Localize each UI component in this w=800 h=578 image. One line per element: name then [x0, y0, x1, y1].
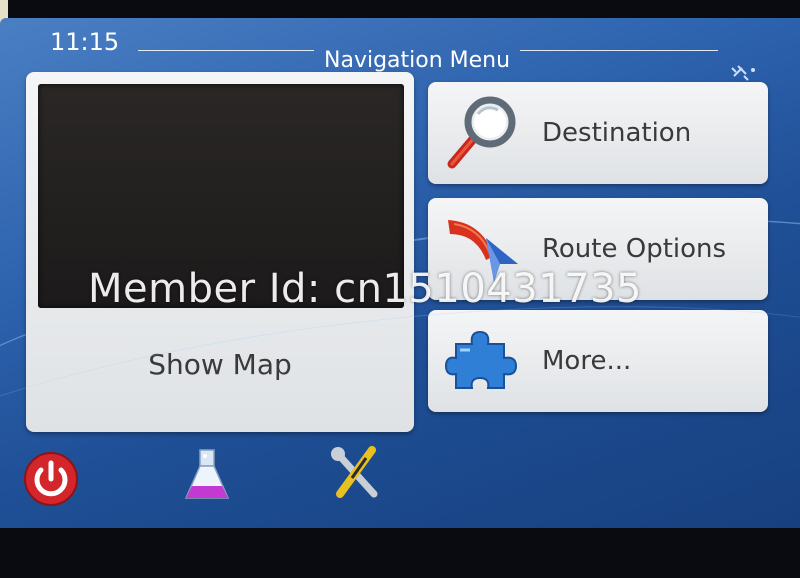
route-options-label: Route Options [542, 234, 727, 264]
show-map-label: Show Map [148, 348, 292, 381]
tools-icon[interactable] [326, 444, 384, 502]
magnifier-icon [447, 96, 516, 169]
more-label: More... [542, 346, 632, 376]
page-title: Navigation Menu [324, 48, 511, 73]
destination-label: Destination [542, 118, 692, 148]
status-bar: 11:15 Navigation Menu [0, 26, 800, 73]
satellite-icon [731, 65, 755, 81]
nav-screen: 11:15 Navigation Menu Show Map Destinati… [0, 18, 800, 528]
more-button[interactable]: More... [428, 310, 768, 412]
puzzle-icon [444, 330, 518, 389]
destination-button[interactable]: Destination [428, 82, 768, 184]
power-icon[interactable] [22, 450, 80, 508]
flask-icon[interactable] [178, 446, 236, 504]
clock: 11:15 [50, 28, 120, 56]
show-map-button[interactable]: Show Map [26, 72, 414, 432]
watermark: Member Id: cn1510431735 [88, 266, 642, 312]
title-rule-left [138, 50, 314, 51]
title-rule-right [520, 50, 718, 51]
